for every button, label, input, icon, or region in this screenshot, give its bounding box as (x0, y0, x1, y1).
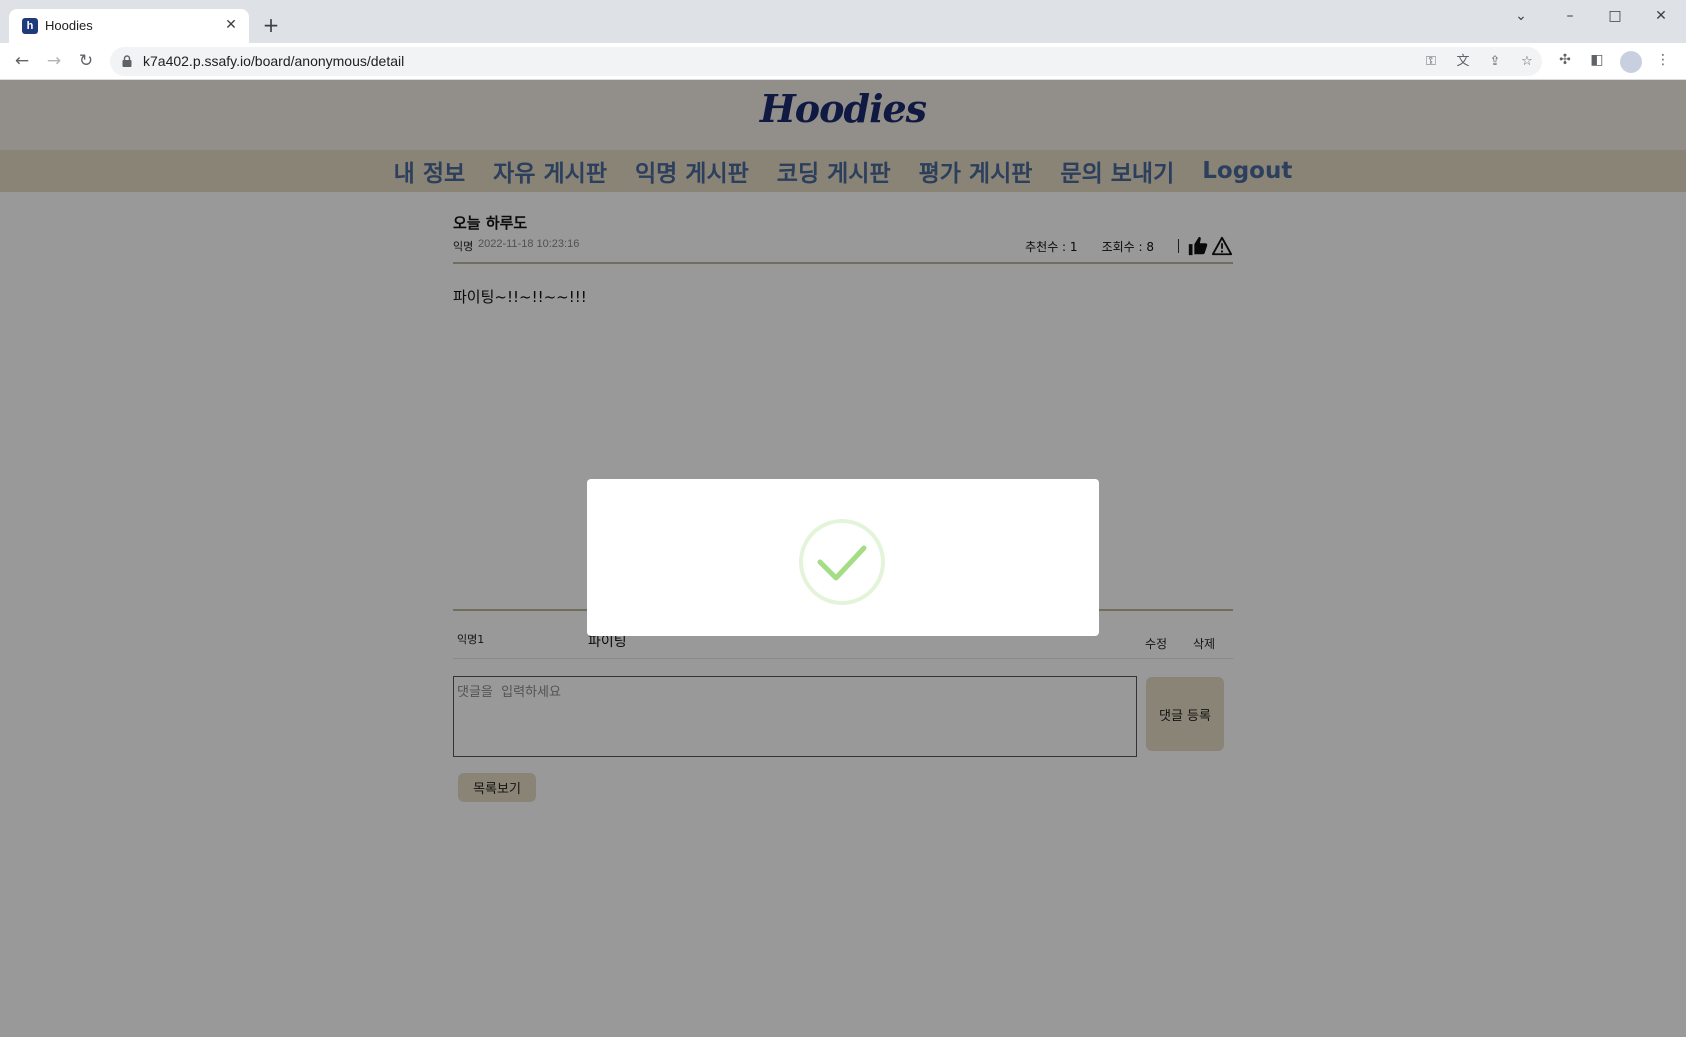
translate-icon[interactable]: 文 (1453, 52, 1473, 72)
minimize-icon[interactable]: – (1547, 4, 1593, 28)
favicon-icon: h (22, 18, 38, 34)
success-modal (587, 479, 1099, 636)
extensions-icon[interactable]: ✣ (1555, 50, 1575, 70)
key-icon[interactable]: ⚿ (1421, 52, 1441, 72)
success-check-icon (799, 519, 885, 605)
maximize-icon[interactable]: □ (1592, 4, 1638, 28)
window-close-icon[interactable]: ✕ (1638, 4, 1684, 28)
reload-icon[interactable]: ↻ (74, 49, 98, 73)
tab-title: Hoodies (45, 18, 93, 33)
share-icon[interactable]: ⇪ (1485, 52, 1505, 72)
forward-icon[interactable]: → (42, 49, 66, 73)
browser-tab[interactable]: h Hoodies ✕ (9, 9, 249, 43)
lock-icon (122, 55, 132, 67)
new-tab-icon[interactable]: + (260, 14, 282, 36)
browser-toolbar: ← → ↻ k7a402.p.ssafy.io/board/anonymous/… (0, 43, 1686, 80)
menu-icon[interactable]: ⋮ (1653, 50, 1673, 70)
modal-overlay[interactable] (0, 80, 1686, 1037)
url-text: k7a402.p.ssafy.io/board/anonymous/detail (143, 53, 405, 69)
side-panel-icon[interactable]: ◧ (1587, 50, 1607, 70)
back-icon[interactable]: ← (10, 49, 34, 73)
tab-close-icon[interactable]: ✕ (221, 15, 241, 35)
address-bar[interactable]: k7a402.p.ssafy.io/board/anonymous/detail… (110, 47, 1542, 76)
browser-tabstrip: h Hoodies ✕ + ⌄ – □ ✕ (0, 0, 1686, 43)
profile-avatar[interactable] (1620, 51, 1642, 73)
tab-search-icon[interactable]: ⌄ (1498, 4, 1544, 28)
bookmark-star-icon[interactable]: ☆ (1517, 52, 1537, 72)
